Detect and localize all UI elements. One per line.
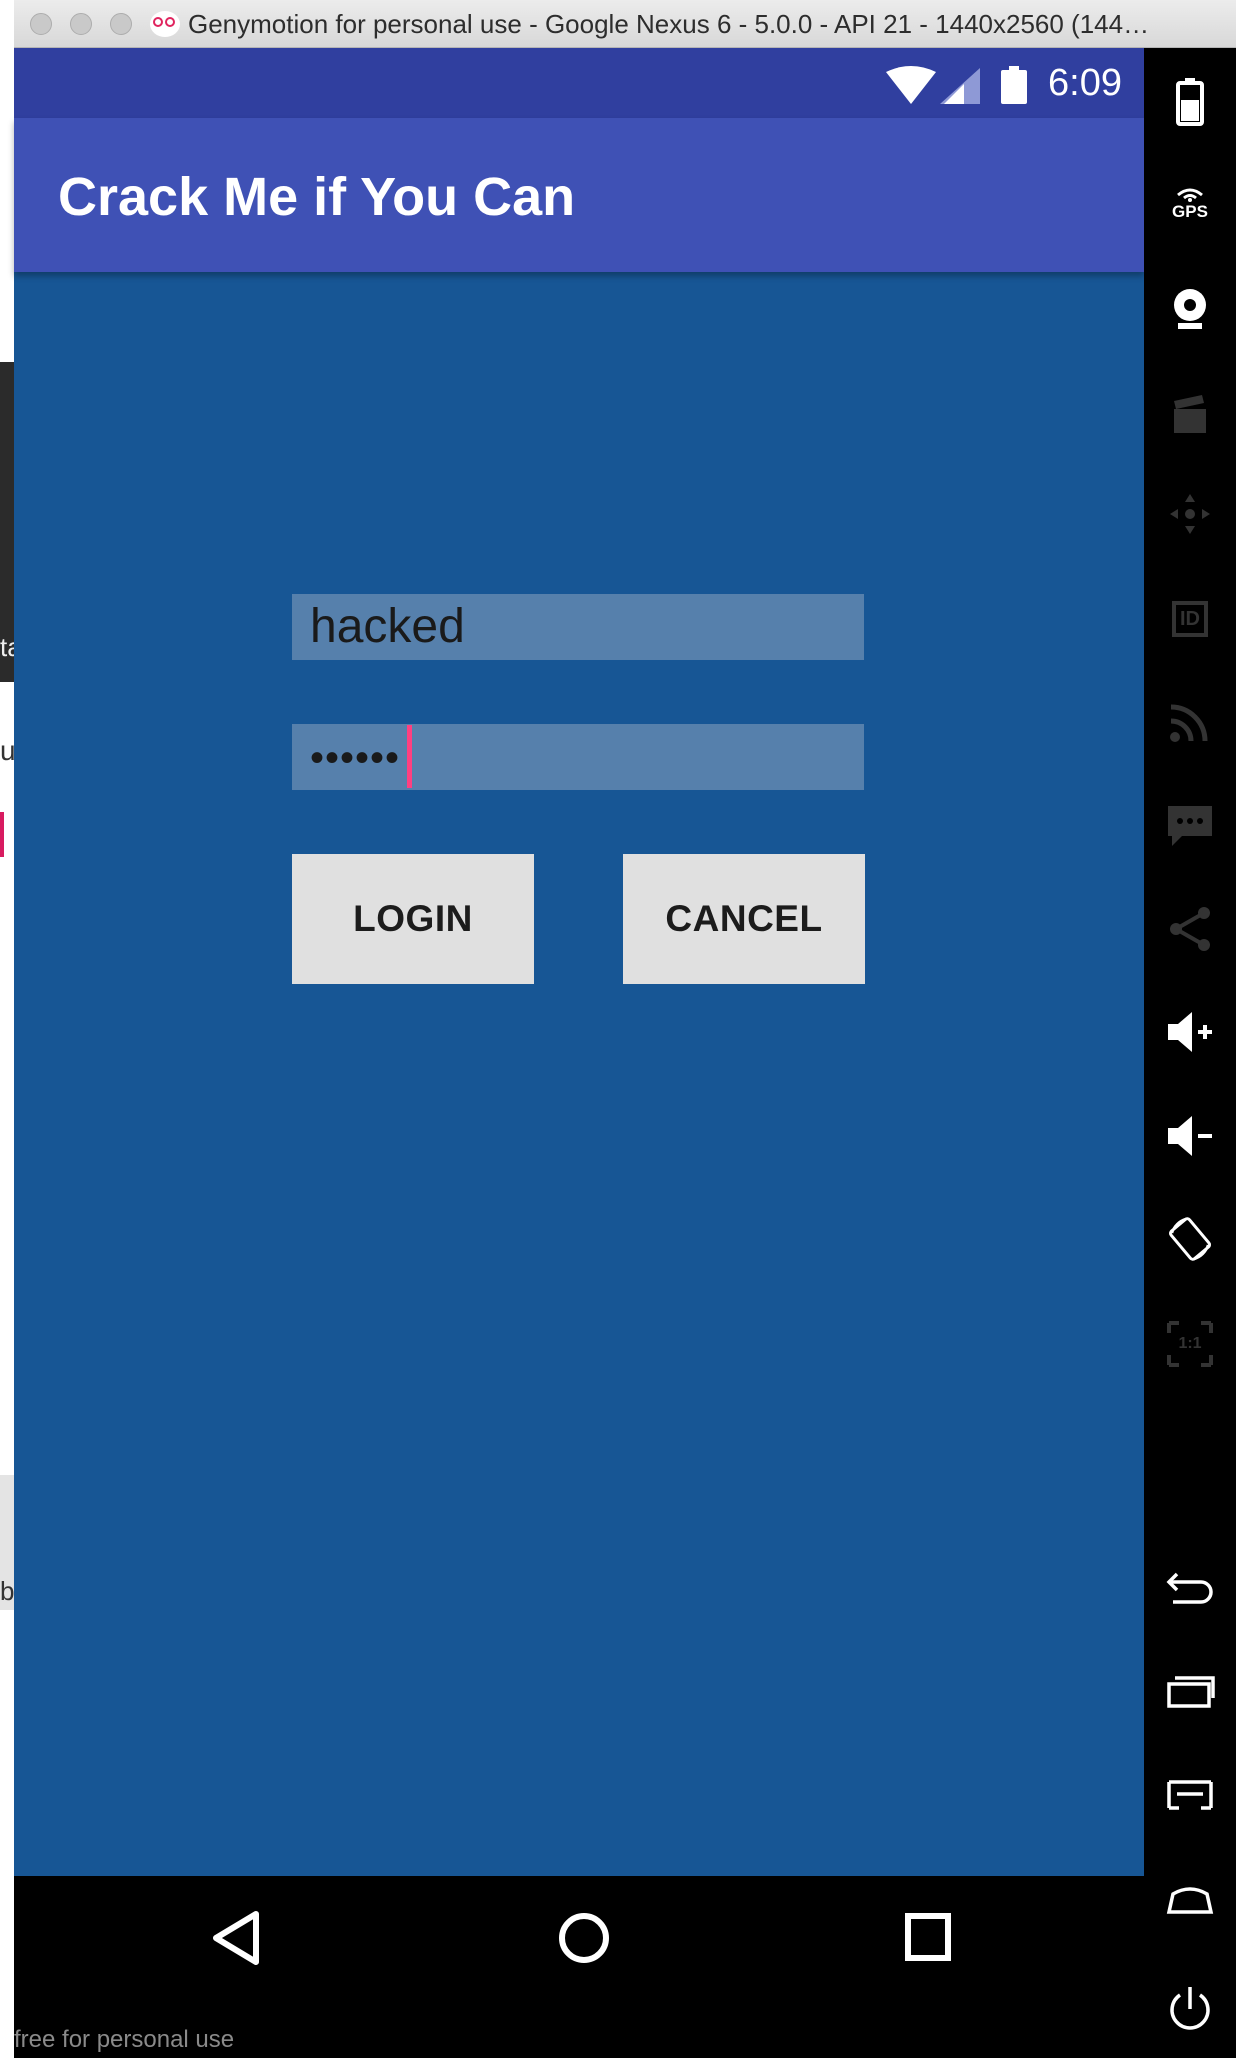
gps-label: GPS bbox=[1172, 202, 1208, 221]
home-icon[interactable] bbox=[1164, 1874, 1216, 1926]
nav-home-icon[interactable] bbox=[556, 1908, 612, 1968]
volume-down-icon[interactable] bbox=[1164, 1110, 1216, 1162]
network-icon[interactable] bbox=[1164, 696, 1216, 748]
nav-recents-icon[interactable] bbox=[902, 1908, 954, 1968]
status-time: 6:09 bbox=[1048, 62, 1122, 104]
pixel-perfect-icon[interactable]: 1:1 bbox=[1164, 1318, 1216, 1370]
genymotion-logo-icon bbox=[150, 11, 180, 37]
watermark-text: free for personal use bbox=[14, 2026, 235, 2053]
battery-icon[interactable] bbox=[1164, 76, 1216, 128]
android-status-bar: 6:09 bbox=[14, 48, 1144, 118]
app-toolbar: Crack Me if You Can bbox=[14, 118, 1144, 272]
username-value: hacked bbox=[310, 600, 465, 653]
back-icon[interactable] bbox=[1164, 1562, 1216, 1614]
share-icon[interactable] bbox=[1164, 903, 1216, 955]
password-masked-value: •••••• bbox=[310, 736, 401, 780]
genymotion-window: Genymotion for personal use - Google Nex… bbox=[14, 0, 1236, 2058]
sms-icon[interactable] bbox=[1164, 800, 1216, 852]
battery-status-icon bbox=[1001, 66, 1027, 104]
menu-icon[interactable] bbox=[1164, 1770, 1216, 1822]
close-window-button[interactable] bbox=[30, 13, 52, 35]
window-title: Genymotion for personal use - Google Nex… bbox=[188, 9, 1150, 39]
id-label: ID bbox=[1172, 601, 1208, 637]
rotate-icon[interactable] bbox=[1164, 1213, 1216, 1265]
cancel-button[interactable]: CANCEL bbox=[623, 854, 865, 984]
capture-icon[interactable] bbox=[1164, 388, 1216, 440]
remote-control-icon[interactable] bbox=[1164, 488, 1216, 540]
text-cursor bbox=[407, 725, 412, 788]
zoom-window-button[interactable] bbox=[110, 13, 132, 35]
gps-icon[interactable]: GPS bbox=[1164, 178, 1216, 230]
recent-apps-icon[interactable] bbox=[1164, 1666, 1216, 1718]
background-accent bbox=[0, 812, 4, 857]
page-title: Crack Me if You Can bbox=[58, 167, 576, 227]
nav-back-icon[interactable] bbox=[210, 1908, 262, 1968]
webcam-icon[interactable] bbox=[1164, 283, 1216, 335]
window-titlebar: Genymotion for personal use - Google Nex… bbox=[14, 0, 1236, 48]
pixel-perfect-label: 1:1 bbox=[1178, 1335, 1202, 1352]
login-button[interactable]: LOGIN bbox=[292, 854, 534, 984]
android-navigation-bar bbox=[14, 1876, 1144, 2010]
minimize-window-button[interactable] bbox=[70, 13, 92, 35]
desktop-background bbox=[0, 48, 14, 2058]
genymotion-sidebar: GPS ID 1:1 bbox=[1144, 48, 1236, 2058]
volume-up-icon[interactable] bbox=[1164, 1006, 1216, 1058]
power-icon[interactable] bbox=[1164, 1983, 1216, 2035]
device-screen: 6:09 Crack Me if You Can hacked •••••• L… bbox=[14, 48, 1144, 1924]
cell-signal-icon bbox=[940, 68, 980, 104]
username-field[interactable]: hacked bbox=[292, 594, 864, 660]
wifi-icon bbox=[886, 66, 936, 104]
background-text-fragment: b bbox=[0, 1576, 15, 1606]
identifiers-icon[interactable]: ID bbox=[1164, 593, 1216, 645]
